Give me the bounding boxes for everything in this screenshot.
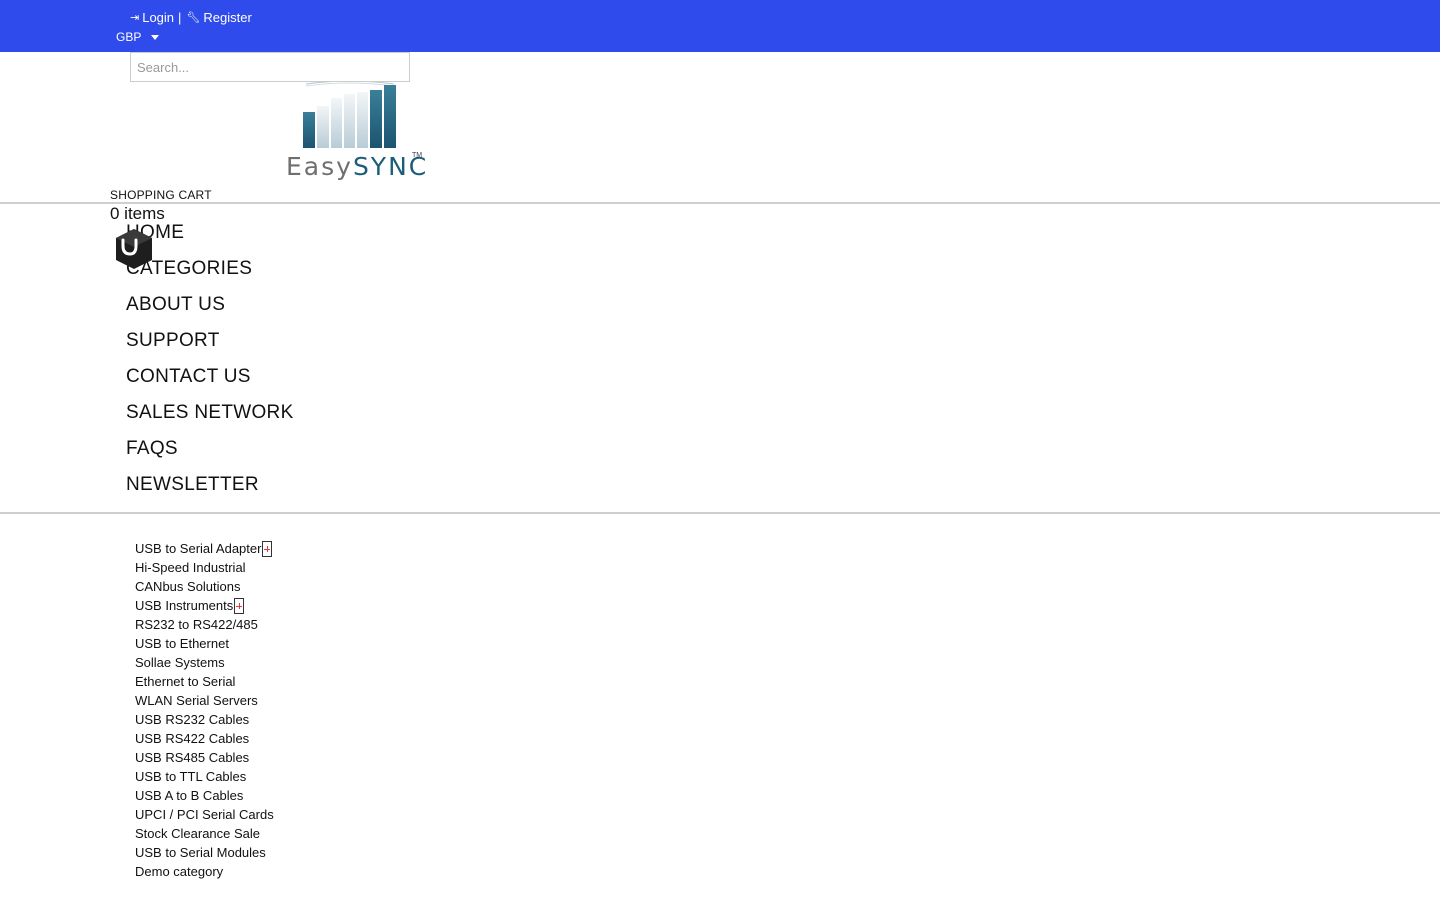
category-item-usb-rs485-cables[interactable]: USB RS485 Cables [135,748,274,767]
category-label: Ethernet to Serial [135,674,236,689]
category-item-ethernet-to-serial[interactable]: Ethernet to Serial [135,672,274,691]
category-item-usb-rs422-cables[interactable]: USB RS422 Cables [135,729,274,748]
category-label: USB Instruments [135,598,234,613]
category-item-wlan-serial-servers[interactable]: WLAN Serial Servers [135,691,274,710]
category-label: UPCI / PCI Serial Cards [135,807,274,822]
top-bar: ⇥ Login | 🔧︎ Register GBP [0,0,1440,52]
currency-selector[interactable]: GBP [116,30,160,44]
register-label: Register [203,10,252,25]
category-item-canbus-solutions[interactable]: CANbus Solutions [135,577,274,596]
category-label: USB to Ethernet [135,636,229,651]
nav-item-faqs[interactable]: FAQS [126,438,294,474]
login-link[interactable]: ⇥ Login [130,10,174,25]
nav-item-contact-us[interactable]: CONTACT US [126,366,294,402]
shopping-cart-label[interactable]: SHOPPING CART [110,188,212,202]
category-item-usb-to-serial-adapter[interactable]: USB to Serial Adapter [135,539,274,558]
category-label: Demo category [135,864,224,879]
category-label: RS232 to RS422/485 [135,617,258,632]
category-label: Hi-Speed Industrial [135,560,246,575]
currency-label: GBP [116,30,142,44]
category-item-stock-clearance-sale[interactable]: Stock Clearance Sale [135,824,274,843]
register-link[interactable]: 🔧︎ Register [186,10,251,25]
category-label: USB to Serial Modules [135,845,266,860]
category-item-rs232-to-rs422-485[interactable]: RS232 to RS422/485 [135,615,274,634]
login-label: Login [142,10,175,25]
sign-in-icon: ⇥ [130,12,140,24]
cart-item-count[interactable]: 0 items [110,204,165,224]
category-list: USB to Serial Adapter Hi-Speed Industria… [135,539,274,881]
category-label: Sollae Systems [135,655,225,670]
category-item-sollae-systems[interactable]: Sollae Systems [135,653,274,672]
category-label: USB to Serial Adapter [135,541,262,556]
category-label: USB RS485 Cables [135,750,250,765]
category-item-hi-speed-industrial[interactable]: Hi-Speed Industrial [135,558,274,577]
shopping-bag-icon[interactable] [114,226,154,270]
category-label: USB RS422 Cables [135,731,250,746]
search-input[interactable] [130,52,410,82]
caret-down-icon [151,34,160,40]
category-item-usb-a-to-b-cables[interactable]: USB A to B Cables [135,786,274,805]
expand-plus-icon[interactable] [262,540,273,557]
category-item-usb-to-ethernet[interactable]: USB to Ethernet [135,634,274,653]
category-label: USB to TTL Cables [135,769,247,784]
category-label: Stock Clearance Sale [135,826,261,841]
nav-item-support[interactable]: SUPPORT [126,330,294,366]
wrench-icon: 🔧︎ [186,12,201,24]
category-item-usb-instruments[interactable]: USB Instruments [135,596,274,615]
easysync-logo[interactable]: EasySYNC TM [286,80,426,182]
logo-text-easy: Easy [286,152,353,181]
category-label: USB A to B Cables [135,788,244,803]
expand-plus-icon[interactable] [234,597,245,614]
category-item-usb-rs232-cables[interactable]: USB RS232 Cables [135,710,274,729]
account-links: ⇥ Login | 🔧︎ Register [130,10,252,25]
category-item-usb-to-serial-modules[interactable]: USB to Serial Modules [135,843,274,862]
category-item-demo-category[interactable]: Demo category [135,862,274,881]
category-item-upci-pci-serial-cards[interactable]: UPCI / PCI Serial Cards [135,805,274,824]
nav-item-about-us[interactable]: ABOUT US [126,294,294,330]
category-label: CANbus Solutions [135,579,241,594]
category-label: USB RS232 Cables [135,712,250,727]
nav-item-newsletter[interactable]: NEWSLETTER [126,474,294,510]
nav-divider [0,512,1440,514]
nav-item-sales-network[interactable]: SALES NETWORK [126,402,294,438]
logo-trademark: TM [412,152,423,159]
link-separator: | [178,10,182,25]
header-divider [0,202,1440,204]
category-item-usb-to-ttl-cables[interactable]: USB to TTL Cables [135,767,274,786]
category-label: WLAN Serial Servers [135,693,258,708]
logo-graphic-icon [303,80,396,148]
logo-wordmark: EasySYNC [286,152,426,181]
